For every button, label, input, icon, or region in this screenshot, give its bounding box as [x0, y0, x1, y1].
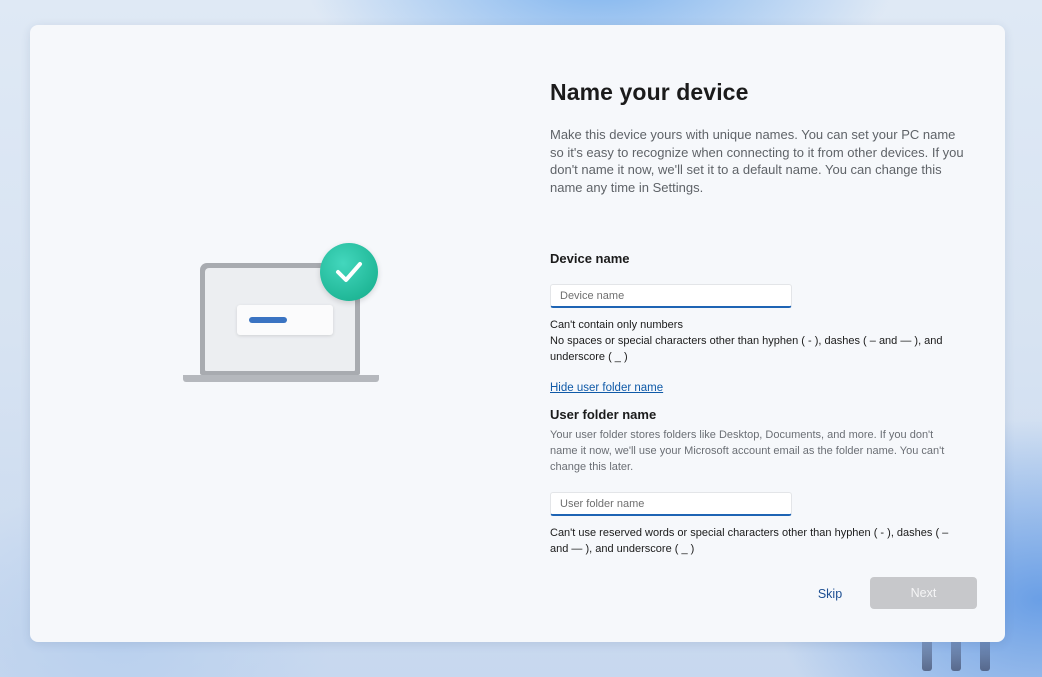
- device-name-rule-numbers: Can't contain only numbers: [550, 319, 683, 331]
- user-folder-help: Your user folder stores folders like Des…: [550, 429, 945, 473]
- device-name-rule-characters: No spaces or special characters other th…: [550, 335, 943, 363]
- setup-dialog: Name your device Make this device yours …: [30, 25, 1005, 642]
- device-name-label: Device name: [550, 251, 630, 266]
- checkmark-icon: [320, 243, 378, 301]
- hide-user-folder-link[interactable]: Hide user folder name: [550, 382, 663, 394]
- device-illustration: [30, 25, 530, 642]
- page-description: Make this device yours with unique names…: [550, 127, 964, 195]
- device-name-input[interactable]: [550, 284, 792, 308]
- name-card-graphic: [237, 305, 333, 335]
- next-button[interactable]: Next: [870, 577, 977, 609]
- laptop-base: [183, 375, 379, 382]
- form-panel: Name your device Make this device yours …: [550, 25, 980, 642]
- name-card-bar: [249, 317, 287, 323]
- page-title: Name your device: [550, 79, 749, 105]
- skip-button[interactable]: Skip: [798, 578, 862, 609]
- device-name-rules: Can't contain only numbers No spaces or …: [550, 317, 970, 365]
- user-folder-input[interactable]: [550, 492, 792, 516]
- user-folder-rules: Can't use reserved words or special char…: [550, 527, 949, 555]
- user-folder-label: User folder name: [550, 407, 657, 422]
